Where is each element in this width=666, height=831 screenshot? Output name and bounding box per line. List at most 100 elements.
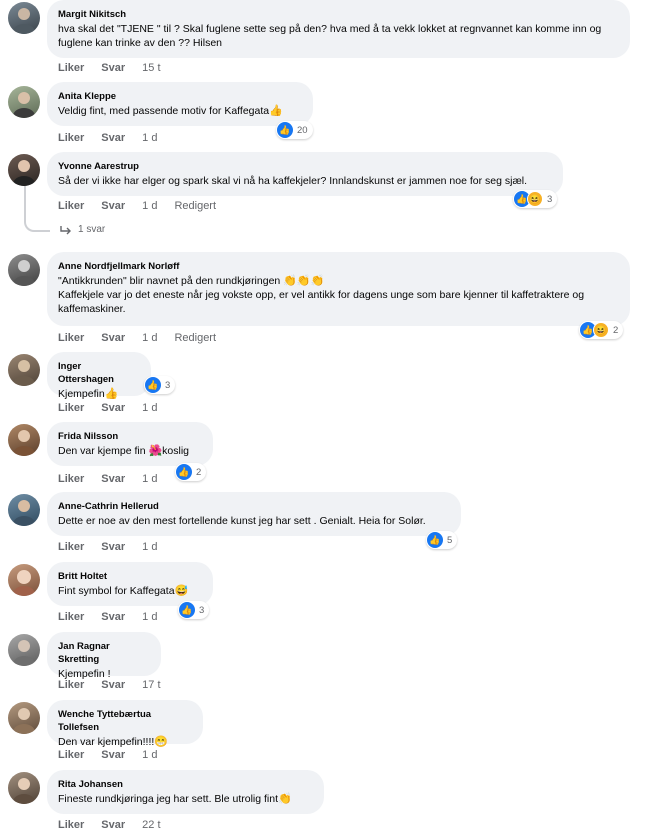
comment-author[interactable]: Jan Ragnar Skretting (58, 640, 149, 666)
comment-time[interactable]: 17 t (142, 679, 160, 691)
avatar[interactable] (8, 154, 40, 186)
comment-actions: Liker Svar 15 t (58, 62, 161, 74)
comment-author[interactable]: Anita Kleppe (58, 90, 301, 103)
comment-time[interactable]: 1 d (142, 611, 157, 623)
comment-text-after: koslig (162, 445, 190, 457)
reaction-summary[interactable]: 👍 😆 3 (513, 190, 558, 208)
comment-author[interactable]: Margit Nikitsch (58, 8, 618, 21)
reply-button[interactable]: Svar (101, 402, 125, 414)
thread-connector (24, 208, 50, 232)
haha-reaction-icon: 😆 (527, 191, 543, 207)
reply-button[interactable]: Svar (101, 749, 125, 761)
comment-text: Veldig fint, med passende motiv for Kaff… (58, 105, 270, 117)
like-button[interactable]: Liker (58, 402, 84, 414)
haha-reaction-icon: 😆 (593, 322, 609, 338)
avatar[interactable] (8, 354, 40, 386)
reaction-summary[interactable]: 👍 3 (178, 601, 210, 619)
comment-author[interactable]: Britt Holtet (58, 570, 201, 583)
replies-count[interactable]: 1 svar (78, 224, 105, 235)
reply-button[interactable]: Svar (101, 819, 125, 831)
like-reaction-icon: 👍 (277, 122, 293, 138)
avatar[interactable] (8, 2, 40, 34)
avatar[interactable] (8, 494, 40, 526)
comment-bubble: Wenche Tyttebærtua Tollefsen Den var kje… (47, 700, 203, 748)
avatar[interactable] (8, 254, 40, 286)
comment-text: Fint symbol for Kaffegata (58, 585, 175, 597)
comment-text-row: Den var kjempefin!!!!😁 (58, 735, 191, 749)
comment-bubble: Britt Holtet Fint symbol for Kaffegata😅 (47, 562, 213, 606)
comment-time[interactable]: 1 d (142, 200, 157, 212)
comment-bubble: Jan Ragnar Skretting Kjempefin ! (47, 632, 161, 680)
reply-button[interactable]: Svar (101, 679, 125, 691)
comment-author[interactable]: Frida Nilsson (58, 430, 201, 443)
avatar[interactable] (8, 702, 40, 734)
comment-bubble: Anne Nordfjellmark Norløff "Antikkrunden… (47, 252, 630, 326)
view-replies-link[interactable]: 1 svar (60, 224, 105, 235)
comment-actions: Liker Svar 1 d (58, 132, 157, 144)
like-button[interactable]: Liker (58, 200, 84, 212)
like-reaction-icon: 👍 (427, 532, 443, 548)
like-button[interactable]: Liker (58, 473, 84, 485)
reaction-summary[interactable]: 👍 5 (426, 531, 458, 549)
avatar[interactable] (8, 86, 40, 118)
comment-time[interactable]: 1 d (142, 402, 157, 414)
comment-bubble: Anita Kleppe Veldig fint, med passende m… (47, 82, 313, 126)
comment-author[interactable]: Yvonne Aarestrup (58, 160, 551, 173)
comment-time[interactable]: 1 d (142, 132, 157, 144)
comment-time[interactable]: 1 d (142, 332, 157, 344)
comment-time[interactable]: 1 d (142, 541, 157, 553)
comment-text: Kjempefin (58, 388, 105, 400)
like-reaction-icon: 👍 (176, 464, 192, 480)
grin-sweat-icon: 😅 (174, 585, 189, 597)
reply-button[interactable]: Svar (101, 332, 125, 344)
comment-bubble: Rita Johansen Fineste rundkjøringa jeg h… (47, 770, 324, 814)
comment-author[interactable]: Inger Ottershagen (58, 360, 139, 386)
comment-author[interactable]: Rita Johansen (58, 778, 312, 791)
like-button[interactable]: Liker (58, 132, 84, 144)
comment-bubble: Yvonne Aarestrup Så der vi ikke har elge… (47, 152, 563, 196)
avatar[interactable] (8, 772, 40, 804)
reaction-summary[interactable]: 👍 3 (144, 376, 176, 394)
thumbs-up-icon: 👍 (104, 388, 119, 400)
reaction-count: 3 (199, 604, 205, 616)
comment-time[interactable]: 22 t (142, 819, 160, 831)
thumbs-up-icon: 👍 (269, 105, 283, 117)
like-button[interactable]: Liker (58, 541, 84, 553)
grinning-face-icon: 😁 (154, 736, 168, 748)
reaction-summary[interactable]: 👍 😆 2 (579, 321, 624, 339)
like-button[interactable]: Liker (58, 611, 84, 623)
like-button[interactable]: Liker (58, 679, 84, 691)
reply-button[interactable]: Svar (101, 473, 125, 485)
reply-button[interactable]: Svar (101, 200, 125, 212)
avatar[interactable] (8, 564, 40, 596)
comment-actions: Liker Svar 1 d (58, 749, 157, 761)
comment-time[interactable]: 1 d (142, 473, 157, 485)
like-button[interactable]: Liker (58, 62, 84, 74)
like-button[interactable]: Liker (58, 819, 84, 831)
reaction-summary[interactable]: 👍 20 (276, 121, 313, 139)
like-button[interactable]: Liker (58, 749, 84, 761)
comment-author[interactable]: Anne-Cathrin Hellerud (58, 500, 449, 513)
comment-text-row: "Antikkrunden" blir navnet på den rundkj… (58, 274, 618, 288)
reply-button[interactable]: Svar (101, 62, 125, 74)
reply-button[interactable]: Svar (101, 611, 125, 623)
comment-author[interactable]: Wenche Tyttebærtua Tollefsen (58, 708, 191, 734)
reply-button[interactable]: Svar (101, 132, 125, 144)
avatar[interactable] (8, 634, 40, 666)
like-reaction-icon: 👍 (145, 377, 161, 393)
reaction-summary[interactable]: 👍 2 (175, 463, 207, 481)
comment-time[interactable]: 1 d (142, 749, 157, 761)
comment-author[interactable]: Anne Nordfjellmark Norløff (58, 260, 618, 273)
reaction-count: 2 (196, 466, 202, 478)
comment-actions: Liker Svar 1 d Redigert (58, 200, 216, 212)
comment-actions: Liker Svar 1 d (58, 473, 157, 485)
comment-time[interactable]: 15 t (142, 62, 160, 74)
avatar[interactable] (8, 424, 40, 456)
like-button[interactable]: Liker (58, 332, 84, 344)
reaction-count: 3 (547, 193, 553, 205)
comment-actions: Liker Svar 1 d (58, 541, 157, 553)
reply-button[interactable]: Svar (101, 541, 125, 553)
comment-text-row: Kjempefin👍 (58, 387, 139, 401)
comment-actions: Liker Svar 17 t (58, 679, 161, 691)
comment-actions: Liker Svar 1 d (58, 402, 157, 414)
